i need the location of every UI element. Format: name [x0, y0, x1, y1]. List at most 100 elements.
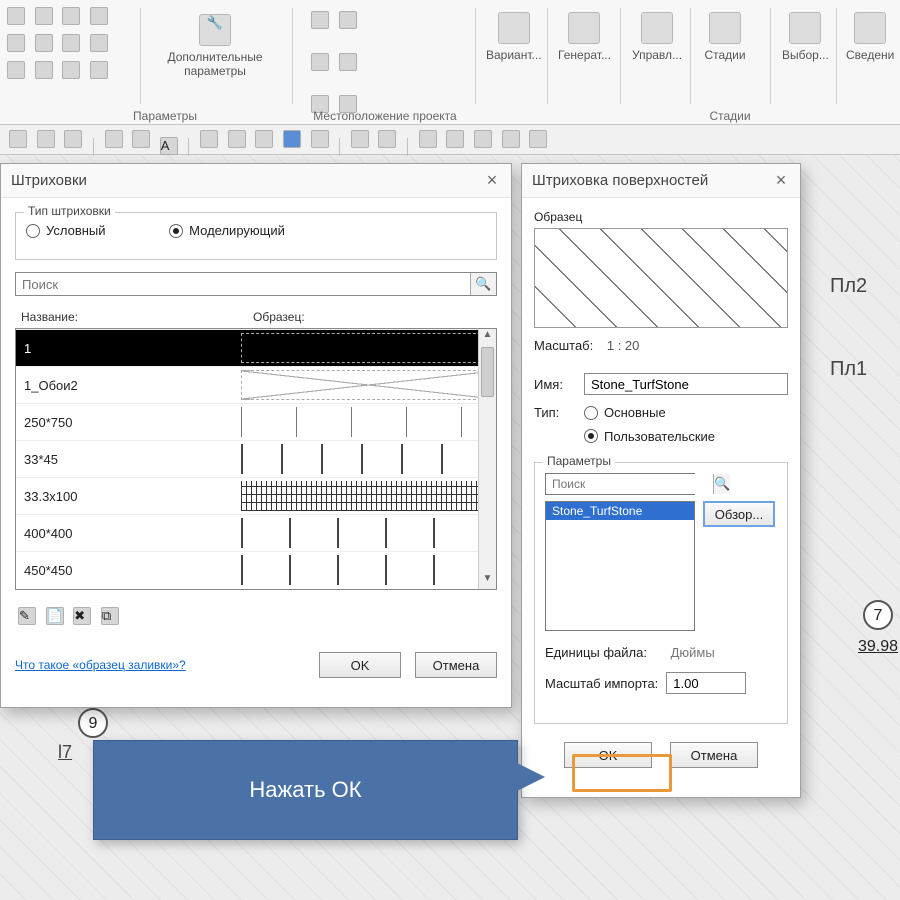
ribbon-generate-label: Генерат... — [558, 48, 611, 62]
scale-label: Масштаб: — [534, 338, 593, 353]
qat-icon[interactable] — [255, 130, 273, 148]
ribbon-select-label: Выбор... — [782, 48, 829, 62]
import-scale-label: Масштаб импорта: — [545, 676, 658, 691]
dimension-l7: l7 — [58, 742, 72, 763]
col-name: Название: — [15, 306, 247, 328]
edit-icon[interactable]: ✎ — [18, 607, 36, 625]
ribbon-stages-group: Стадии — [690, 0, 770, 123]
pattern-row[interactable]: 250*750 — [16, 403, 496, 440]
ok-button[interactable]: OK — [319, 652, 401, 678]
close-button[interactable]: × — [770, 170, 792, 192]
room-label-pl1: Пл1 — [830, 358, 867, 381]
qat-icon[interactable] — [200, 130, 218, 148]
pattern-row[interactable]: 33*45 — [16, 440, 496, 477]
radio-type-custom[interactable]: Пользовательские — [584, 429, 715, 444]
ribbon-generate[interactable]: Генерат... — [552, 8, 617, 62]
scrollbar[interactable]: ▲ ▼ — [478, 329, 496, 589]
ribbon-caption-params: Параметры — [40, 109, 290, 123]
scroll-thumb[interactable] — [481, 347, 494, 397]
dimension-text: 39.98 — [858, 638, 898, 656]
qat-icon[interactable] — [64, 130, 82, 148]
ribbon-caption-stages: Стадии — [690, 109, 770, 123]
new-icon[interactable]: 📄 — [46, 607, 64, 625]
fill-patterns-dialog: Штриховки × Тип штриховки Условный Модел… — [0, 163, 512, 708]
delete-icon[interactable]: ✖ — [73, 607, 91, 625]
ribbon-tool-icon[interactable] — [7, 61, 25, 79]
scroll-down-icon[interactable]: ▼ — [479, 573, 496, 589]
ribbon-select[interactable]: Выбор... — [776, 8, 832, 62]
qat-icon[interactable] — [351, 130, 369, 148]
scroll-up-icon[interactable]: ▲ — [479, 329, 496, 345]
pattern-type-legend: Тип штриховки — [24, 204, 115, 218]
qat-icon[interactable] — [502, 130, 520, 148]
ribbon-caption-location: Местоположение проекта — [300, 109, 470, 123]
ribbon-manage[interactable]: Управл... — [626, 8, 686, 62]
params-group: Параметры 🔍 Stone_TurfStone Обзор... Еди… — [534, 462, 788, 724]
radio-conditional[interactable]: Условный — [26, 223, 106, 238]
qat-icon[interactable] — [311, 130, 329, 148]
radio-type-basic[interactable]: Основные — [584, 405, 666, 420]
variants-icon — [498, 12, 530, 44]
ribbon-tool-icon[interactable] — [7, 34, 25, 52]
hatch-preview — [534, 228, 788, 328]
ribbon-tool-icon[interactable] — [339, 11, 357, 29]
pattern-row[interactable]: 400*400 — [16, 514, 496, 551]
help-link[interactable]: Что такое «образец заливки»? — [15, 658, 186, 672]
qat-icon[interactable] — [228, 130, 246, 148]
search-icon[interactable]: 🔍 — [713, 474, 730, 494]
params-legend: Параметры — [543, 454, 615, 468]
pattern-file-item[interactable]: Stone_TurfStone — [546, 502, 694, 520]
radio-custom-label: Пользовательские — [604, 429, 715, 444]
type-label: Тип: — [534, 405, 574, 446]
pattern-name: 450*450 — [16, 563, 241, 578]
qat-icon[interactable] — [37, 130, 55, 148]
pattern-row[interactable]: 1_Обои2 — [16, 366, 496, 403]
qat-icon[interactable] — [9, 130, 27, 148]
duplicate-icon[interactable]: ⧉ — [101, 607, 119, 625]
select-icon — [789, 12, 821, 44]
ribbon-tool-icon[interactable] — [339, 53, 357, 71]
pattern-row[interactable]: 1 — [16, 329, 496, 366]
file-units-value: Дюймы — [671, 645, 715, 660]
browse-button[interactable]: Обзор... — [703, 501, 775, 527]
surface-hatch-dialog: Штриховка поверхностей × Образец Масштаб… — [521, 163, 801, 798]
pattern-file-list[interactable]: Stone_TurfStone — [545, 501, 695, 631]
ribbon-tool-icon[interactable] — [7, 7, 25, 25]
qat-icon[interactable] — [105, 130, 123, 148]
radio-basic-label: Основные — [604, 405, 666, 420]
ribbon-params-group: Параметры — [40, 0, 290, 123]
dialog-title-text: Штриховки — [11, 172, 87, 189]
instruction-callout: Нажать ОК — [93, 740, 518, 840]
ok-button[interactable]: OK — [564, 742, 652, 768]
search-icon[interactable]: 🔍 — [470, 273, 496, 295]
qat-icon[interactable] — [446, 130, 464, 148]
ribbon-variants[interactable]: Вариант... — [480, 8, 540, 62]
qat-icon[interactable] — [283, 130, 301, 148]
search-input[interactable] — [16, 273, 470, 295]
pattern-row[interactable]: 450*450 — [16, 551, 496, 588]
qat-icon[interactable] — [132, 130, 150, 148]
import-scale-input[interactable] — [666, 672, 746, 694]
cancel-button[interactable]: Отмена — [415, 652, 497, 678]
qat-icon[interactable] — [474, 130, 492, 148]
pattern-name: 250*750 — [16, 415, 241, 430]
close-button[interactable]: × — [481, 170, 503, 192]
qat-icon[interactable] — [419, 130, 437, 148]
name-input[interactable] — [584, 373, 788, 395]
pattern-name: 33.3х100 — [16, 489, 241, 504]
ribbon-tool-icon[interactable] — [311, 53, 329, 71]
pattern-list[interactable]: 1 1_Обои2 250*750 33*45 33.3х100 400*400… — [15, 328, 497, 590]
ribbon-tool-icon[interactable] — [311, 11, 329, 29]
qat-icon[interactable]: A — [160, 137, 178, 155]
qat-icon[interactable] — [529, 130, 547, 148]
generate-icon — [568, 12, 600, 44]
qat-icon[interactable] — [378, 130, 396, 148]
ribbon-info-label: Сведени — [846, 48, 894, 62]
ribbon-info[interactable]: Сведени — [840, 8, 898, 62]
pattern-name: 33*45 — [16, 452, 241, 467]
dialog-title: Штриховка поверхностей × — [522, 164, 800, 198]
radio-model[interactable]: Моделирующий — [169, 223, 285, 238]
pattern-row[interactable]: 33.3х100 — [16, 477, 496, 514]
params-search-input[interactable] — [546, 474, 713, 494]
cancel-button[interactable]: Отмена — [670, 742, 758, 768]
